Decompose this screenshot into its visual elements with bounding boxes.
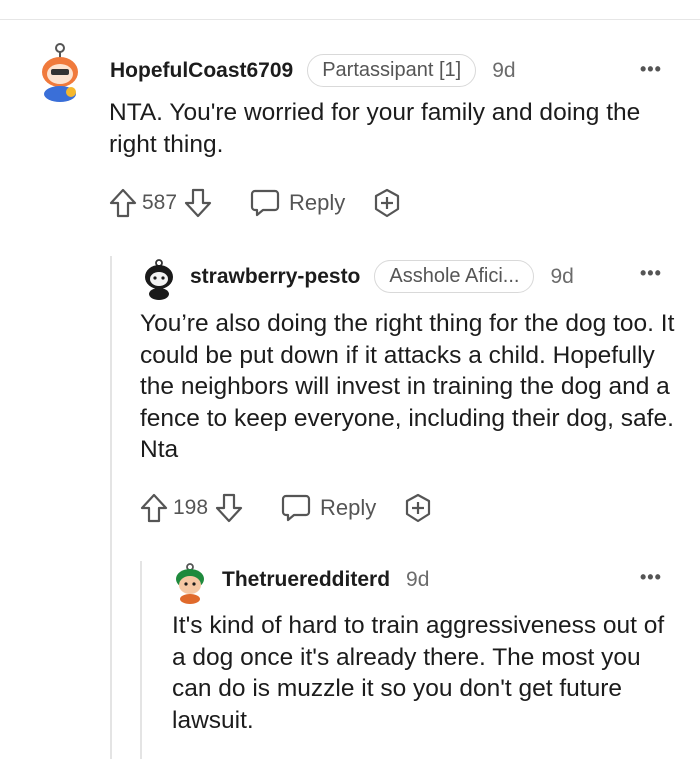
downvote-icon[interactable]: [214, 492, 244, 524]
comment-body: You’re also doing the right thing for th…: [140, 310, 675, 463]
timestamp[interactable]: 9d: [550, 265, 573, 289]
reply-button[interactable]: Reply: [249, 188, 345, 218]
comment-header: strawberry-pesto Asshole Afici... 9d: [190, 260, 574, 293]
vote-count: 198: [173, 496, 209, 519]
user-flair: Partassipant [1]: [307, 54, 477, 87]
more-options-button[interactable]: •••: [640, 263, 662, 284]
upvote-icon[interactable]: [108, 187, 138, 219]
upvote-icon[interactable]: [139, 492, 169, 524]
snoo-avatar-icon[interactable]: [141, 258, 177, 305]
comment-header: HopefulCoast6709 Partassipant [1] 9d: [110, 54, 516, 87]
reply-label: Reply: [320, 495, 377, 520]
reply-icon: [249, 188, 281, 218]
snoo-avatar-icon[interactable]: [172, 562, 208, 609]
timestamp[interactable]: 9d: [492, 59, 515, 83]
top-divider: [0, 19, 700, 20]
thread-line-level-1[interactable]: [110, 256, 112, 759]
username[interactable]: strawberry-pesto: [190, 265, 360, 289]
award-plus-icon[interactable]: [402, 492, 434, 524]
comment-actions: 587 Reply: [108, 187, 403, 219]
username[interactable]: HopefulCoast6709: [110, 59, 293, 83]
reply-icon: [280, 493, 312, 523]
more-options-button[interactable]: •••: [640, 567, 662, 588]
comment-actions: 198 Reply: [139, 492, 434, 524]
more-options-button[interactable]: •••: [640, 59, 662, 80]
downvote-icon[interactable]: [183, 187, 213, 219]
comment-body: It's kind of hard to train aggressivenes…: [172, 612, 665, 734]
award-plus-icon[interactable]: [371, 187, 403, 219]
timestamp[interactable]: 9d: [406, 568, 429, 592]
reply-label: Reply: [289, 190, 346, 215]
vote-count: 587: [142, 191, 178, 214]
user-flair: Asshole Afici...: [374, 260, 535, 293]
comment-header: Thetrueredditerd 9d: [222, 568, 429, 592]
username[interactable]: Thetrueredditerd: [222, 568, 390, 592]
reply-button[interactable]: Reply: [280, 493, 376, 523]
comment-body: NTA. You're worried for your family and …: [109, 99, 641, 158]
snoo-avatar-icon[interactable]: [36, 42, 84, 107]
thread-line-level-2[interactable]: [140, 561, 142, 759]
